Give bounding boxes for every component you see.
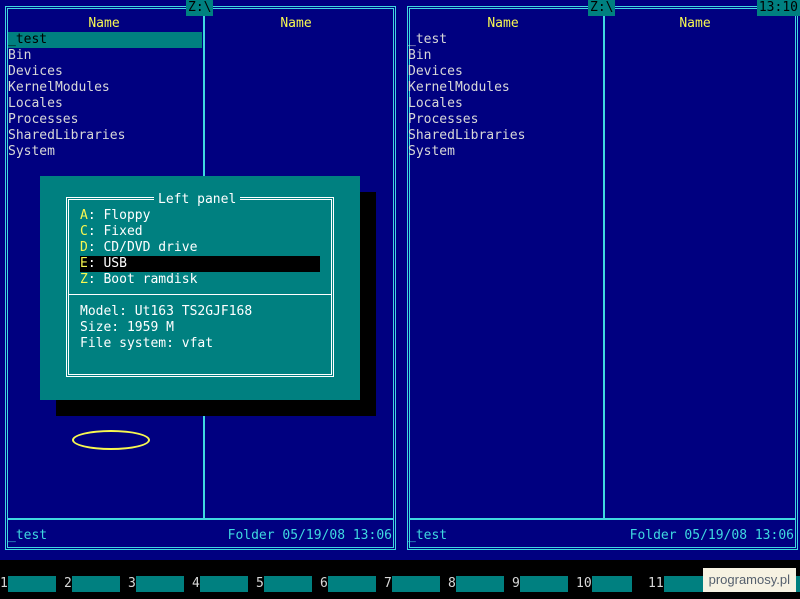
fkey-number: 4 (192, 576, 200, 591)
left-panel-status-divider (7, 518, 394, 520)
fkey-label-bar (264, 576, 312, 592)
fkey-number: 1 (0, 576, 8, 591)
drive-item-c[interactable]: C: Fixed (80, 224, 320, 240)
drive-letter-c: C (80, 224, 88, 239)
right-panel-column-header-2[interactable]: Name (645, 16, 745, 32)
drive-label-c: : Fixed (87, 224, 143, 239)
drive-letter-e: E (80, 256, 88, 271)
fkey-label-bar (72, 576, 120, 592)
fkey-number: 11 (648, 576, 664, 591)
fkey-number: 10 (576, 576, 592, 591)
right-file-panel: Z:\ 13:10 Name Name _test Bin Devices Ke… (402, 0, 800, 552)
file-item-kernelmodules[interactable]: KernelModules (8, 80, 202, 96)
fkey-label-bar (328, 576, 376, 592)
drive-label-d: : CD/DVD drive (87, 240, 198, 255)
left-panel-column-header-1[interactable]: Name (54, 16, 154, 32)
left-panel-status-info: Folder 05/19/08 13:06 (227, 528, 392, 543)
file-item-test[interactable]: _test (8, 32, 202, 48)
dialog-divider (69, 294, 331, 295)
drive-item-e[interactable]: E: USB (80, 256, 320, 272)
file-item-system[interactable]: System (8, 144, 202, 160)
drive-label-a: : Floppy (87, 208, 151, 223)
fkey-label-bar (136, 576, 184, 592)
fkey-number: 5 (256, 576, 264, 591)
fkey-label-bar (392, 576, 440, 592)
right-panel-status-name: _test (408, 528, 448, 543)
left-panel-status-name: _test (8, 528, 48, 543)
left-panel-file-list: _test Bin Devices KernelModules Locales … (8, 32, 202, 160)
watermark-logo: programosy.pl (702, 568, 796, 592)
file-item-sharedlibraries[interactable]: SharedLibraries (408, 128, 602, 144)
drive-item-a[interactable]: A: Floppy (80, 208, 320, 224)
left-panel-column-header-2[interactable]: Name (246, 16, 346, 32)
file-item-test[interactable]: _test (408, 32, 602, 48)
fkey-number: 9 (512, 576, 520, 591)
usb-highlight-ring (72, 430, 150, 450)
fkey-number: 7 (384, 576, 392, 591)
drive-letter-z: Z (80, 272, 88, 287)
clock: 13:10 (756, 0, 800, 16)
fkey-label-bar (664, 576, 704, 592)
dialog-title: Left panel (154, 192, 241, 208)
drive-select-dialog: Left panel A: Floppy C: Fixed D: CD/DVD … (40, 176, 360, 450)
file-item-locales[interactable]: Locales (408, 96, 602, 112)
drive-size: Size: 1959 M (80, 320, 174, 335)
drive-label-z: : Boot ramdisk (87, 272, 198, 287)
drive-model: Model: Ut163 TS2GJF168 (80, 304, 253, 319)
fkey-label-bar (200, 576, 248, 592)
fkey-label-bar (456, 576, 504, 592)
right-panel-column-divider (603, 8, 605, 518)
file-item-processes[interactable]: Processes (8, 112, 202, 128)
drive-info: Model: Ut163 TS2GJF168 Size: 1959 M File… (80, 304, 320, 352)
file-item-sharedlibraries[interactable]: SharedLibraries (8, 128, 202, 144)
drive-item-d[interactable]: D: CD/DVD drive (80, 240, 320, 256)
fkey-number: 2 (64, 576, 72, 591)
drive-letter-a: A (80, 208, 88, 223)
fkey-label-bar (520, 576, 568, 592)
right-panel-column-header-1[interactable]: Name (453, 16, 553, 32)
left-panel-path[interactable]: Z:\ (186, 0, 214, 16)
right-panel-status-info: Folder 05/19/08 13:06 (629, 528, 794, 543)
file-item-bin[interactable]: Bin (8, 48, 202, 64)
file-item-devices[interactable]: Devices (8, 64, 202, 80)
file-item-bin[interactable]: Bin (408, 48, 602, 64)
file-item-devices[interactable]: Devices (408, 64, 602, 80)
fkey-label-bar (592, 576, 632, 592)
right-panel-path[interactable]: Z:\ (588, 0, 616, 16)
drive-letter-d: D (80, 240, 88, 255)
fkey-number: 3 (128, 576, 136, 591)
file-item-kernelmodules[interactable]: KernelModules (408, 80, 602, 96)
file-item-locales[interactable]: Locales (8, 96, 202, 112)
fkey-number: 6 (320, 576, 328, 591)
fkey-number: 8 (448, 576, 456, 591)
right-panel-status-divider (409, 518, 796, 520)
file-item-processes[interactable]: Processes (408, 112, 602, 128)
drive-list: A: Floppy C: Fixed D: CD/DVD drive E: US… (80, 208, 320, 288)
file-item-system[interactable]: System (408, 144, 602, 160)
drive-item-z[interactable]: Z: Boot ramdisk (80, 272, 320, 288)
right-panel-file-list: _test Bin Devices KernelModules Locales … (408, 32, 602, 160)
drive-label-e: : USB (87, 256, 127, 271)
fkey-label-bar (8, 576, 56, 592)
drive-filesystem: File system: vfat (80, 336, 214, 351)
function-key-bar: 1 2 3 4 5 6 7 8 9 10 11 12 (0, 576, 800, 592)
